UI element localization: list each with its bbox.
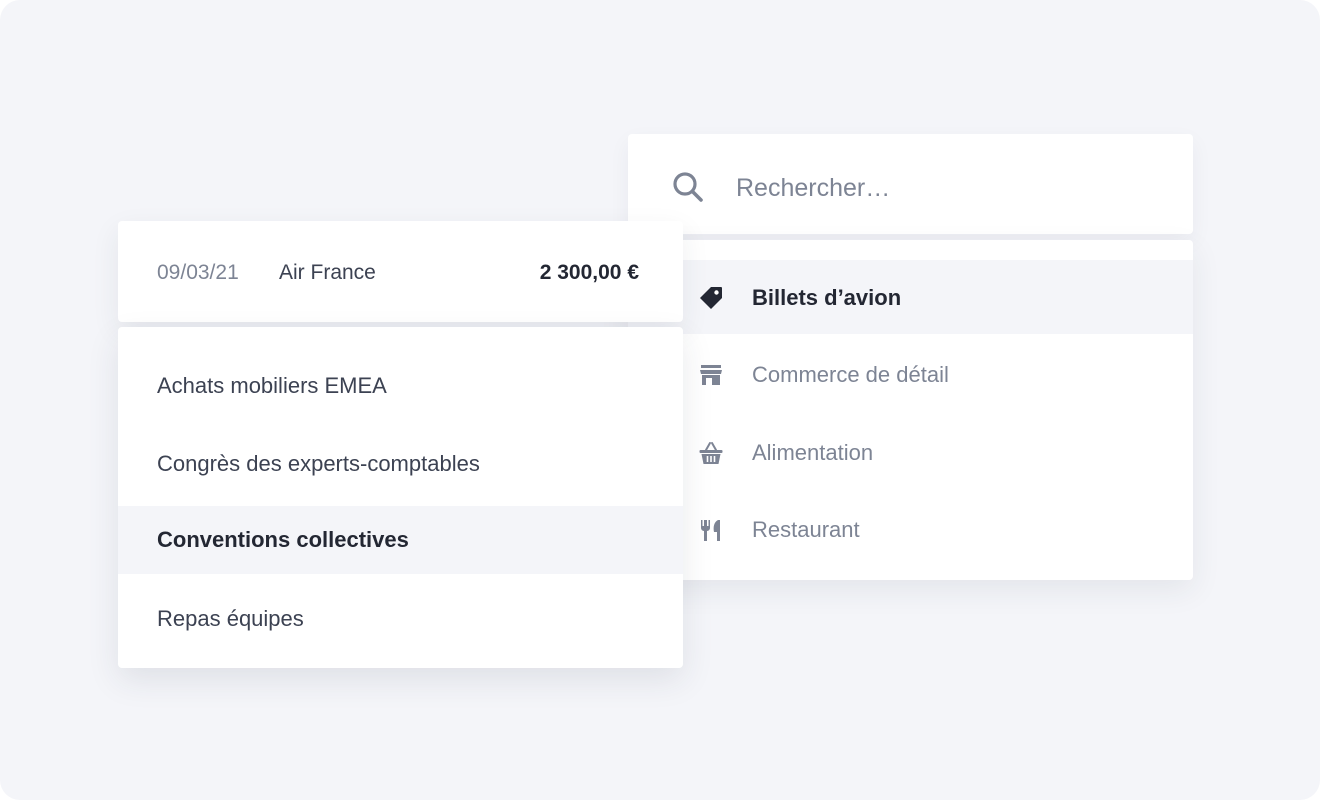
category-item-billets-avion[interactable]: Billets d’avion [628, 260, 1193, 334]
project-label: Achats mobiliers EMEA [157, 373, 387, 398]
category-item-commerce[interactable]: Commerce de détail [628, 337, 1193, 411]
project-label: Congrès des experts-comptables [157, 451, 480, 476]
category-label: Restaurant [752, 517, 860, 542]
search-input[interactable] [736, 166, 1156, 210]
project-label: Repas équipes [157, 606, 304, 631]
category-label: Alimentation [752, 440, 874, 465]
category-label: Billets d’avion [752, 285, 902, 310]
project-label: Conventions collectives [157, 527, 409, 552]
transaction-date: 09/03/21 [157, 261, 239, 284]
basket-icon [699, 442, 723, 464]
store-icon [700, 365, 722, 385]
project-item-repas-equipes[interactable]: Repas équipes [118, 585, 683, 653]
category-label: Commerce de détail [752, 362, 949, 387]
transaction-merchant: Air France [279, 261, 376, 284]
project-item-congres[interactable]: Congrès des experts-comptables [118, 430, 683, 498]
category-item-restaurant[interactable]: Restaurant [628, 492, 1193, 566]
transaction-amount: 2 300,00 € [539, 261, 639, 284]
project-dropdown: Achats mobiliers EMEA Congrès des expert… [118, 327, 683, 668]
category-item-alimentation[interactable]: Alimentation [628, 415, 1193, 489]
fork-knife-icon [701, 520, 720, 541]
project-item-conventions[interactable]: Conventions collectives [118, 506, 683, 574]
tag-icon [700, 287, 722, 309]
app-canvas: Billets d’avion Commerce de détail Alime… [0, 0, 1320, 800]
search-icon [673, 172, 703, 202]
project-item-achats-mobiliers[interactable]: Achats mobiliers EMEA [118, 352, 683, 420]
transaction-card[interactable]: 09/03/21 Air France 2 300,00 € [118, 221, 683, 322]
